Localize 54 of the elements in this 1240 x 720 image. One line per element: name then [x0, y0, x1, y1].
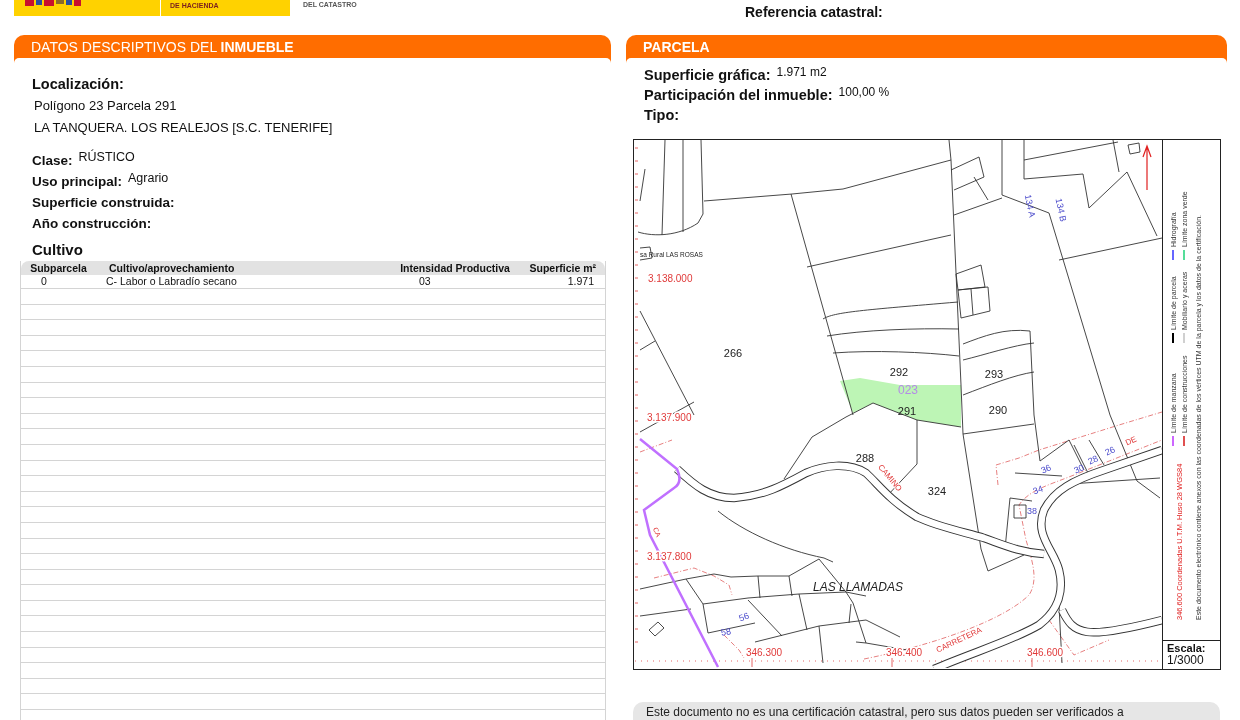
house-number: 134 A [1022, 193, 1038, 219]
field-label: Tipo: [644, 106, 680, 125]
house-number: 38 [1027, 506, 1037, 516]
column-header: Subparcela [29, 261, 88, 275]
coordinate-label: 346.300 [745, 646, 783, 658]
parcel-number: 293 [984, 368, 1004, 380]
parcel-number: 324 [927, 485, 947, 497]
field-label: Uso principal: [32, 173, 122, 191]
parcel-number: 266 [723, 347, 743, 359]
panel-title: PARCELA [642, 38, 710, 56]
parcel-number: 292 [889, 366, 909, 378]
panel-title: DATOS DESCRIPTIVOS DEL INMUEBLE [30, 38, 294, 56]
scale-label: Escala: [1167, 642, 1206, 654]
house-number: 56 [737, 610, 751, 624]
house-number: 58 [720, 626, 732, 638]
scale-value: 1/3000 [1167, 654, 1204, 667]
field-value: Agrario [128, 171, 169, 186]
emblem-icon [25, 0, 81, 6]
field-label: Superficie gráfica: [644, 66, 771, 85]
field-value: 1.971 m2 [776, 65, 827, 80]
field-value: RÚSTICO [78, 150, 135, 165]
parcel-number: 291 [897, 405, 917, 417]
house-number: 134 B [1053, 197, 1069, 223]
table-cell-text: 1.971 [566, 275, 595, 288]
parcel-number: 288 [855, 452, 875, 464]
field-value: 100,00 % [838, 85, 890, 100]
column-header: Cultivo/aprovechamiento [108, 261, 236, 275]
coordinate-label: 3.138.000 [648, 272, 693, 284]
house-number: 28 [1086, 453, 1100, 467]
field-label: Localización: [32, 75, 124, 93]
polygon-number: 023 [898, 383, 918, 397]
address-line: Polígono 23 Parcela 291 [34, 97, 177, 115]
section-title: Cultivo [32, 241, 83, 259]
table-cell-text: C- Labor o Labradío secano [105, 275, 238, 288]
street-name: DE [1124, 434, 1138, 448]
arrow-icon [1142, 144, 1152, 191]
disclaimer-note: Este documento no es una certificación catastral, pero sus datos pueden ser verificados a [633, 702, 1220, 720]
house-number: 30 [1072, 462, 1086, 476]
house-number: 26 [1103, 444, 1117, 458]
address-line: LA TANQUERA. LOS REALEJOS [S.C. TENERIFE] [34, 119, 333, 137]
reference-label: Referencia catastral: [745, 4, 883, 21]
table-cell-text: 03 [418, 275, 432, 288]
place-name: LAS LLAMADAS [813, 580, 903, 594]
field-label: Superficie construida: [32, 194, 175, 212]
house-number: 34 [1031, 483, 1045, 497]
field-label: Participación del inmueble: [644, 86, 833, 105]
coordinate-label: 346.400 [885, 646, 923, 658]
column-header: Superficie m² [528, 261, 597, 275]
field-label: Año construcción: [32, 215, 152, 233]
field-label: Clase: [32, 152, 73, 170]
column-header: Intensidad Productiva [399, 261, 511, 275]
house-number: 36 [1039, 462, 1053, 476]
table-cell-text: 0 [40, 275, 48, 288]
parcel-number: 290 [988, 404, 1008, 416]
